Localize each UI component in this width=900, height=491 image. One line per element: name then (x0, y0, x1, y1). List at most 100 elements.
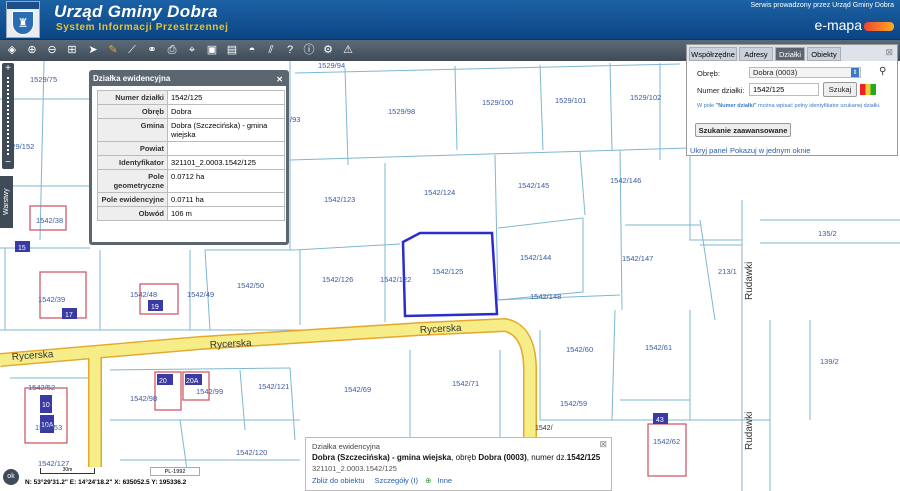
svg-text:1529/75: 1529/75 (30, 75, 57, 84)
svg-text:1542/52: 1542/52 (28, 383, 55, 392)
svg-text:1542/53: 1542/53 (35, 423, 62, 432)
service-provider-text: Serwis prowadzony przez Urząd Gminy Dobr… (750, 2, 894, 9)
add-icon[interactable]: ⊕ (425, 476, 431, 485)
svg-text:1542/99: 1542/99 (196, 387, 223, 396)
svg-text:1542/62: 1542/62 (653, 437, 680, 446)
layout-icon[interactable]: ▣ (203, 41, 221, 59)
tab-wspolrzedne[interactable]: Współrzędne (689, 47, 737, 61)
hide-panel-link[interactable]: Ukryj panel (690, 146, 728, 155)
svg-text:1542/60: 1542/60 (566, 345, 593, 354)
select-arrow-icon: ⇕ (851, 68, 859, 77)
close-icon[interactable]: ⊠ (599, 439, 607, 450)
ok-button[interactable]: ok (3, 469, 19, 485)
print-icon[interactable]: ⎙ (163, 41, 181, 59)
svg-text:1542/125: 1542/125 (432, 267, 463, 276)
svg-text:Rudawki: Rudawki (744, 262, 755, 300)
svg-text:1542/146: 1542/146 (610, 176, 641, 185)
search-tabs: Współrzędne Adresy Działki Obiekty ⊠ (687, 45, 897, 61)
svg-text:1529/94: 1529/94 (318, 61, 345, 70)
status-bar: ok 30m PL-1992 N: 53°29'31.2" E: 14°24'1… (0, 467, 210, 491)
svg-text:1542/39: 1542/39 (38, 295, 65, 304)
svg-text:Rycerska: Rycerska (210, 338, 253, 351)
zoom-to-object-link[interactable]: Zbliż do obiektu (312, 476, 365, 485)
zoom-out-button[interactable]: − (2, 157, 14, 169)
zoom-extent-icon[interactable]: ⊞ (63, 41, 81, 59)
svg-text:43: 43 (656, 417, 664, 424)
parcel-info-popup: Działka ewidencyjna ✕ Numer działki 1542/1… (89, 70, 289, 245)
app-subtitle: System Informacji Przestrzennej (56, 22, 229, 33)
single-window-link[interactable]: Pokazuj w jednym oknie (730, 146, 810, 155)
search-magnifier-icon[interactable]: ⚲ (879, 66, 886, 77)
app-title: Urząd Gminy Dobra (54, 2, 218, 21)
help-icon[interactable]: ? (281, 41, 299, 59)
close-icon[interactable]: ✕ (276, 74, 283, 85)
tab-obiekty[interactable]: Obiekty (807, 47, 841, 61)
comment-icon[interactable]: ◓ (243, 41, 261, 59)
emapa-brand: e-mapa (814, 17, 862, 33)
crs-select[interactable]: PL-1992 (150, 467, 200, 476)
zoom-out-icon[interactable]: ⊖ (43, 41, 61, 59)
svg-text:1542/69: 1542/69 (344, 385, 371, 394)
svg-text:/93: /93 (290, 115, 300, 124)
tab-dzialki[interactable]: Działki (775, 47, 805, 61)
svg-text:1529/100: 1529/100 (482, 98, 513, 107)
svg-text:1542/144: 1542/144 (520, 253, 551, 262)
selection-info-panel: ⊠ Działka ewidencyjna Dobra (Szczecińska… (305, 437, 612, 491)
color-legend-icon[interactable] (860, 84, 876, 95)
svg-text:139/2: 139/2 (820, 357, 839, 366)
svg-text:17: 17 (65, 312, 73, 319)
numer-dzialki-input[interactable] (749, 83, 819, 96)
details-link[interactable]: Szczegóły (I) (375, 476, 418, 485)
scale-bar: 30m (40, 468, 95, 474)
svg-text:1542/126: 1542/126 (322, 275, 353, 284)
svg-text:10: 10 (42, 402, 50, 409)
svg-text:1542/49: 1542/49 (187, 290, 214, 299)
tab-adresy[interactable]: Adresy (739, 47, 773, 61)
gmina-crest-logo: ♜ (6, 1, 40, 38)
svg-text:213/1: 213/1 (718, 267, 737, 276)
search-panel: Współrzędne Adresy Działki Obiekty ⊠ Obr… (686, 44, 898, 156)
svg-text:19: 19 (151, 304, 159, 311)
warning-icon[interactable]: ⚠ (339, 41, 357, 59)
svg-text:1529/98: 1529/98 (388, 107, 415, 116)
svg-text:1529/101: 1529/101 (555, 96, 586, 105)
svg-text:Rudawki: Rudawki (744, 412, 755, 450)
parcel-attributes-table: Numer działki 1542/125 Obręb Dobra Gmina Do… (97, 90, 285, 221)
hatch-icon[interactable]: ⫽ (262, 41, 280, 59)
svg-text:1542/121: 1542/121 (258, 382, 289, 391)
house-number: 15 (18, 245, 26, 252)
street-label: Rycerska (420, 323, 463, 336)
svg-text:1529/102: 1529/102 (630, 93, 661, 102)
szukaj-button[interactable]: Szukaj (823, 82, 857, 97)
advanced-search-button[interactable]: Szukanie zaawansowane (695, 123, 791, 137)
table-icon[interactable]: ▤ (223, 41, 241, 59)
svg-text:1542/148: 1542/148 (530, 292, 561, 301)
panel-close-icon[interactable]: ⊠ (885, 47, 893, 58)
app-header: ♜ Urząd Gminy Dobra System Informacji Pr… (0, 0, 900, 40)
svg-text:20: 20 (159, 378, 167, 385)
layers-icon[interactable]: ◈ (3, 41, 21, 59)
selection-description: Dobra (Szczecińska) - gmina wiejska, obr… (312, 453, 601, 462)
select-arrow-icon[interactable]: ➤ (84, 41, 102, 59)
crosshair-icon[interactable]: ⌖ (183, 41, 201, 59)
svg-text:1542/145: 1542/145 (518, 181, 549, 190)
coordinates-readout: N: 53°29'31.2" E: 14°24'18.2" X: 635052.… (25, 479, 187, 486)
zoom-in-button[interactable]: + (2, 63, 14, 75)
chain-link-icon[interactable]: ⚭ (143, 41, 161, 59)
obreb-select[interactable]: Dobra (0003) ⇕ (749, 67, 861, 78)
svg-text:1542/59: 1542/59 (560, 399, 587, 408)
svg-text:1542/48: 1542/48 (130, 290, 157, 299)
svg-text:1542/: 1542/ (535, 425, 553, 432)
svg-text:1542/124: 1542/124 (424, 188, 455, 197)
identify-icon[interactable]: ⓘ (300, 41, 318, 59)
emapa-logo-icon (864, 22, 894, 31)
zoom-slider[interactable]: + − (2, 63, 14, 169)
other-link[interactable]: Inne (437, 476, 452, 485)
svg-text:1542/123: 1542/123 (324, 195, 355, 204)
settings-icon[interactable]: ⚙ (319, 41, 337, 59)
svg-text:1542/98: 1542/98 (130, 394, 157, 403)
zoom-in-icon[interactable]: ⊕ (23, 41, 41, 59)
layers-side-tab[interactable]: Warstwy (0, 176, 13, 228)
pencil-icon[interactable]: ✎ (104, 41, 122, 59)
measure-line-icon[interactable]: ⟋ (123, 41, 141, 59)
